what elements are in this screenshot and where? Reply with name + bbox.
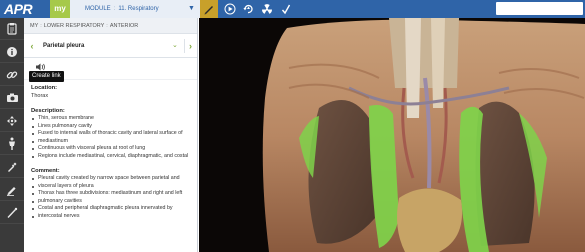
- notes-button[interactable]: [0, 18, 24, 40]
- rotate-view-icon: [243, 4, 253, 14]
- my-tab[interactable]: my: [50, 0, 70, 18]
- line-tool-icon: [7, 207, 18, 218]
- move-button[interactable]: [0, 110, 24, 132]
- body-view-button[interactable]: [0, 133, 24, 155]
- radiology-button[interactable]: [259, 0, 275, 18]
- thorax-dissection-image[interactable]: [199, 18, 585, 252]
- pencil-icon: [7, 186, 16, 196]
- pencil-icon: [204, 6, 213, 15]
- apr-logo[interactable]: APR: [2, 1, 48, 17]
- structure-name[interactable]: Parietal pleura: [43, 34, 84, 58]
- next-structure-button[interactable]: ›: [184, 39, 196, 53]
- search-input[interactable]: [496, 2, 583, 15]
- draw-button[interactable]: [0, 179, 24, 201]
- list-item: Thorax has three subdivisions: mediastin…: [31, 190, 190, 198]
- move-icon: [7, 115, 17, 126]
- breadcrumb: MY: LOWER RESPIRATORY: ANTERIOR: [24, 18, 197, 34]
- pipette-icon: [8, 162, 17, 172]
- description-list: Thin, serous membrane Lines pulmonary ca…: [31, 115, 190, 160]
- info-icon: [7, 46, 17, 57]
- left-toolbar: [0, 18, 24, 252]
- link-icon: [6, 70, 18, 78]
- comment-list: Pleural cavity created by narrow space b…: [31, 175, 190, 220]
- location-text: Thorax: [31, 93, 49, 99]
- chevron-down-icon[interactable]: ⌄: [172, 34, 178, 58]
- list-item: Continuous with visceral pleura at root …: [31, 145, 190, 153]
- list-item: Regions include mediastinal, cervical, d…: [31, 153, 190, 161]
- radiation-icon: [261, 4, 273, 14]
- comment-title: Comment:: [31, 168, 60, 174]
- description-title: Description:: [31, 108, 65, 114]
- pipette-button[interactable]: [0, 156, 24, 178]
- breadcrumb-item[interactable]: MY: [30, 23, 38, 29]
- rotate-view-button[interactable]: [240, 0, 256, 18]
- draw-tool-button[interactable]: [200, 0, 218, 18]
- list-item-continuation: mediastinum: [31, 138, 190, 146]
- checkmark-icon: [281, 4, 291, 15]
- list-item: Costal and peripheral diaphragmatic pleu…: [31, 205, 190, 213]
- module-name: 11. Respiratory: [118, 6, 159, 12]
- quiz-button[interactable]: [279, 0, 293, 18]
- list-item: Thin, serous membrane: [31, 115, 190, 123]
- list-item-continuation: pulmonary cavities: [31, 198, 190, 206]
- info-button[interactable]: [0, 41, 24, 63]
- previous-structure-button[interactable]: ‹: [26, 39, 38, 53]
- module-selector[interactable]: MODULE:11. Respiratory: [70, 0, 200, 18]
- structure-info-panel: MY: LOWER RESPIRATORY: ANTERIOR ‹ Parietal…: [24, 18, 198, 252]
- breadcrumb-item[interactable]: LOWER RESPIRATORY: [44, 23, 105, 29]
- structure-selector: ‹ Parietal pleura ⌄ ›: [24, 34, 197, 58]
- chevron-left-icon: ‹: [30, 41, 34, 51]
- camera-button[interactable]: [0, 87, 24, 109]
- play-icon: [224, 3, 236, 15]
- cadaver-image-viewer[interactable]: [199, 18, 585, 252]
- chevron-down-icon[interactable]: ▼: [188, 0, 195, 18]
- module-label: MODULE: [85, 6, 111, 12]
- create-link-button[interactable]: [0, 64, 24, 86]
- location-title: Location:: [31, 85, 58, 91]
- body-icon: [9, 137, 15, 150]
- top-bar: APR my MODULE:11. Respiratory ▼: [0, 0, 585, 18]
- chevron-right-icon: ›: [189, 41, 192, 51]
- location-section: Location: Thorax: [24, 84, 197, 100]
- list-item: Lines pulmonary cavity: [31, 123, 190, 131]
- line-tool-button[interactable]: [0, 202, 24, 224]
- camera-icon: [6, 93, 18, 102]
- list-item: Pleural cavity created by narrow space b…: [31, 175, 190, 183]
- play-button[interactable]: [222, 0, 238, 18]
- list-item-continuation: intercostal nerves: [31, 213, 190, 221]
- create-link-tooltip: Create link: [29, 71, 64, 82]
- list-item-continuation: visceral layers of pleura: [31, 183, 190, 191]
- comment-section: Comment: Pleural cavity created by narro…: [24, 167, 197, 220]
- list-item: Fused to internal walls of thoracic cavi…: [31, 130, 190, 138]
- description-section: Description: Thin, serous membrane Lines…: [24, 107, 197, 160]
- logo-text: APR: [4, 1, 33, 17]
- breadcrumb-item[interactable]: ANTERIOR: [110, 23, 138, 29]
- clipboard-icon: [7, 23, 17, 35]
